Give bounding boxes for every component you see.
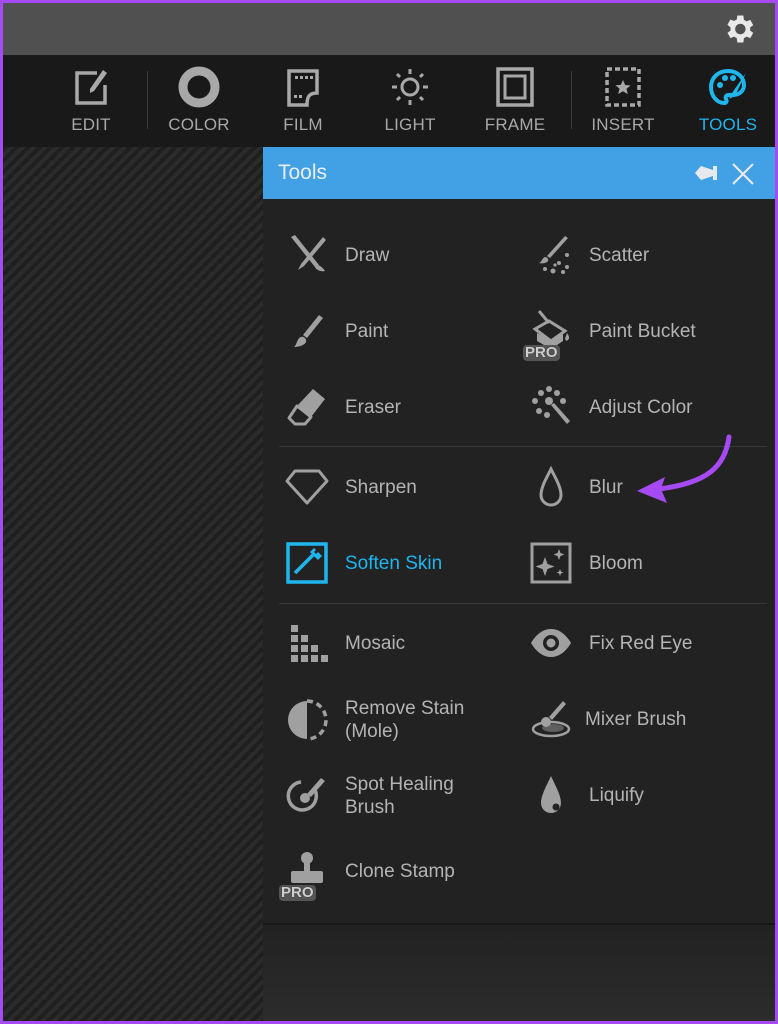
eraser-icon: [287, 389, 325, 426]
tool-label: Fix Red Eye: [589, 632, 693, 654]
tab-label: FILM: [283, 115, 323, 134]
tab-light[interactable]: LIGHT: [377, 55, 443, 147]
mosaic-icon: [291, 625, 328, 662]
mixer-brush-icon: [531, 701, 571, 738]
pin-icon[interactable]: [681, 163, 719, 183]
tool-spot-healing[interactable]: Spot Healing Brush: [285, 773, 454, 819]
canvas-bottom-area: [263, 923, 775, 1021]
adjust-color-icon: [532, 386, 570, 424]
paint-bucket-icon-wrap: PRO: [523, 309, 573, 361]
scatter-icon: [539, 236, 569, 274]
tool-clone-stamp[interactable]: PRO Clone Stamp: [279, 849, 455, 901]
main-toolbar: EDIT COLOR FILM LIGHT FRAME INSERT TOOLS: [3, 55, 775, 147]
spot-healing-icon: [286, 778, 325, 812]
tool-label: Blur: [589, 476, 623, 498]
diamond-icon: [285, 469, 329, 505]
bloom-sparkle-icon: [530, 542, 572, 584]
tool-label: Adjust Color: [589, 396, 693, 418]
pro-badge: PRO: [523, 344, 560, 361]
insert-star-icon: [605, 67, 641, 107]
tool-scatter[interactable]: Scatter: [529, 233, 649, 277]
tab-insert[interactable]: INSERT: [587, 55, 659, 147]
edit-icon: [75, 70, 107, 105]
tool-label: Eraser: [345, 396, 401, 418]
gear-icon[interactable]: [721, 11, 757, 47]
top-bar: [3, 3, 775, 55]
section-divider: [279, 603, 767, 604]
soften-skin-icon: [286, 542, 328, 584]
tool-label: Sharpen: [345, 476, 417, 498]
section-divider: [279, 446, 767, 447]
tool-blur[interactable]: Blur: [529, 465, 623, 509]
tab-color[interactable]: COLOR: [163, 55, 235, 147]
tool-label: Remove Stain (Mole): [345, 698, 465, 742]
app-window: EDIT COLOR FILM LIGHT FRAME INSERT TOOLS…: [3, 3, 775, 1021]
tool-label: Mixer Brush: [585, 708, 687, 730]
close-icon[interactable]: [731, 162, 755, 186]
tool-label: Scatter: [589, 244, 650, 266]
tool-label: Spot Healing Brush: [345, 774, 454, 818]
pro-badge: PRO: [279, 884, 316, 901]
drop-outline-icon: [539, 465, 563, 507]
panel-title: Tools: [278, 161, 328, 184]
tab-label: INSERT: [591, 115, 655, 134]
tab-film[interactable]: FILM: [273, 55, 333, 147]
tool-bloom[interactable]: Bloom: [529, 541, 643, 585]
tool-label: Mosaic: [345, 632, 406, 654]
tab-frame[interactable]: FRAME: [479, 55, 551, 147]
eye-icon: [531, 629, 571, 657]
sun-icon: [392, 69, 428, 105]
tab-edit[interactable]: EDIT: [61, 55, 121, 147]
tool-label: Paint Bucket: [589, 320, 696, 342]
remove-stain-icon: [288, 699, 328, 741]
liquify-drop-icon: [541, 776, 561, 813]
tab-tools[interactable]: TOOLS: [693, 55, 763, 147]
tool-paint-bucket[interactable]: PRO Paint Bucket: [523, 309, 696, 361]
tool-label: Paint: [345, 320, 389, 342]
tool-mosaic[interactable]: Mosaic: [285, 621, 405, 665]
tool-draw[interactable]: Draw: [285, 233, 389, 277]
tool-mixer-brush[interactable]: Mixer Brush: [529, 697, 686, 741]
tool-adjust-color[interactable]: Adjust Color: [529, 385, 693, 429]
tools-panel: Tools Draw Scatter Paint PRO Paint Bucke…: [263, 147, 775, 923]
frame-icon: [496, 67, 534, 107]
draw-icon: [291, 235, 326, 272]
tab-label: COLOR: [168, 115, 230, 134]
color-ring-icon: [178, 66, 220, 108]
clone-stamp-icon-wrap: PRO: [279, 849, 329, 901]
toolbar-divider: [147, 71, 148, 129]
image-canvas[interactable]: [3, 147, 263, 1021]
tool-label: Soften Skin: [345, 552, 443, 574]
toolbar-divider: [571, 71, 572, 129]
paint-brush-icon: [294, 315, 323, 347]
tool-label: Clone Stamp: [345, 860, 455, 882]
tab-label: TOOLS: [698, 115, 758, 134]
tool-remove-stain[interactable]: Remove Stain (Mole): [285, 697, 464, 743]
tool-paint[interactable]: Paint: [285, 309, 388, 353]
film-icon: [287, 69, 319, 107]
tool-eraser[interactable]: Eraser: [285, 385, 401, 429]
tool-label: Bloom: [589, 552, 643, 574]
tab-label: FRAME: [484, 115, 546, 134]
panel-header: Tools: [263, 147, 775, 199]
tool-sharpen[interactable]: Sharpen: [285, 465, 417, 509]
tab-label: LIGHT: [384, 115, 436, 134]
tool-label: Draw: [345, 244, 390, 266]
tool-fix-red-eye[interactable]: Fix Red Eye: [529, 621, 692, 665]
tool-label: Liquify: [589, 784, 644, 806]
tool-liquify[interactable]: Liquify: [529, 773, 644, 817]
palette-icon: [708, 68, 747, 106]
tab-label: EDIT: [71, 115, 111, 134]
tool-soften-skin[interactable]: Soften Skin: [285, 541, 442, 585]
